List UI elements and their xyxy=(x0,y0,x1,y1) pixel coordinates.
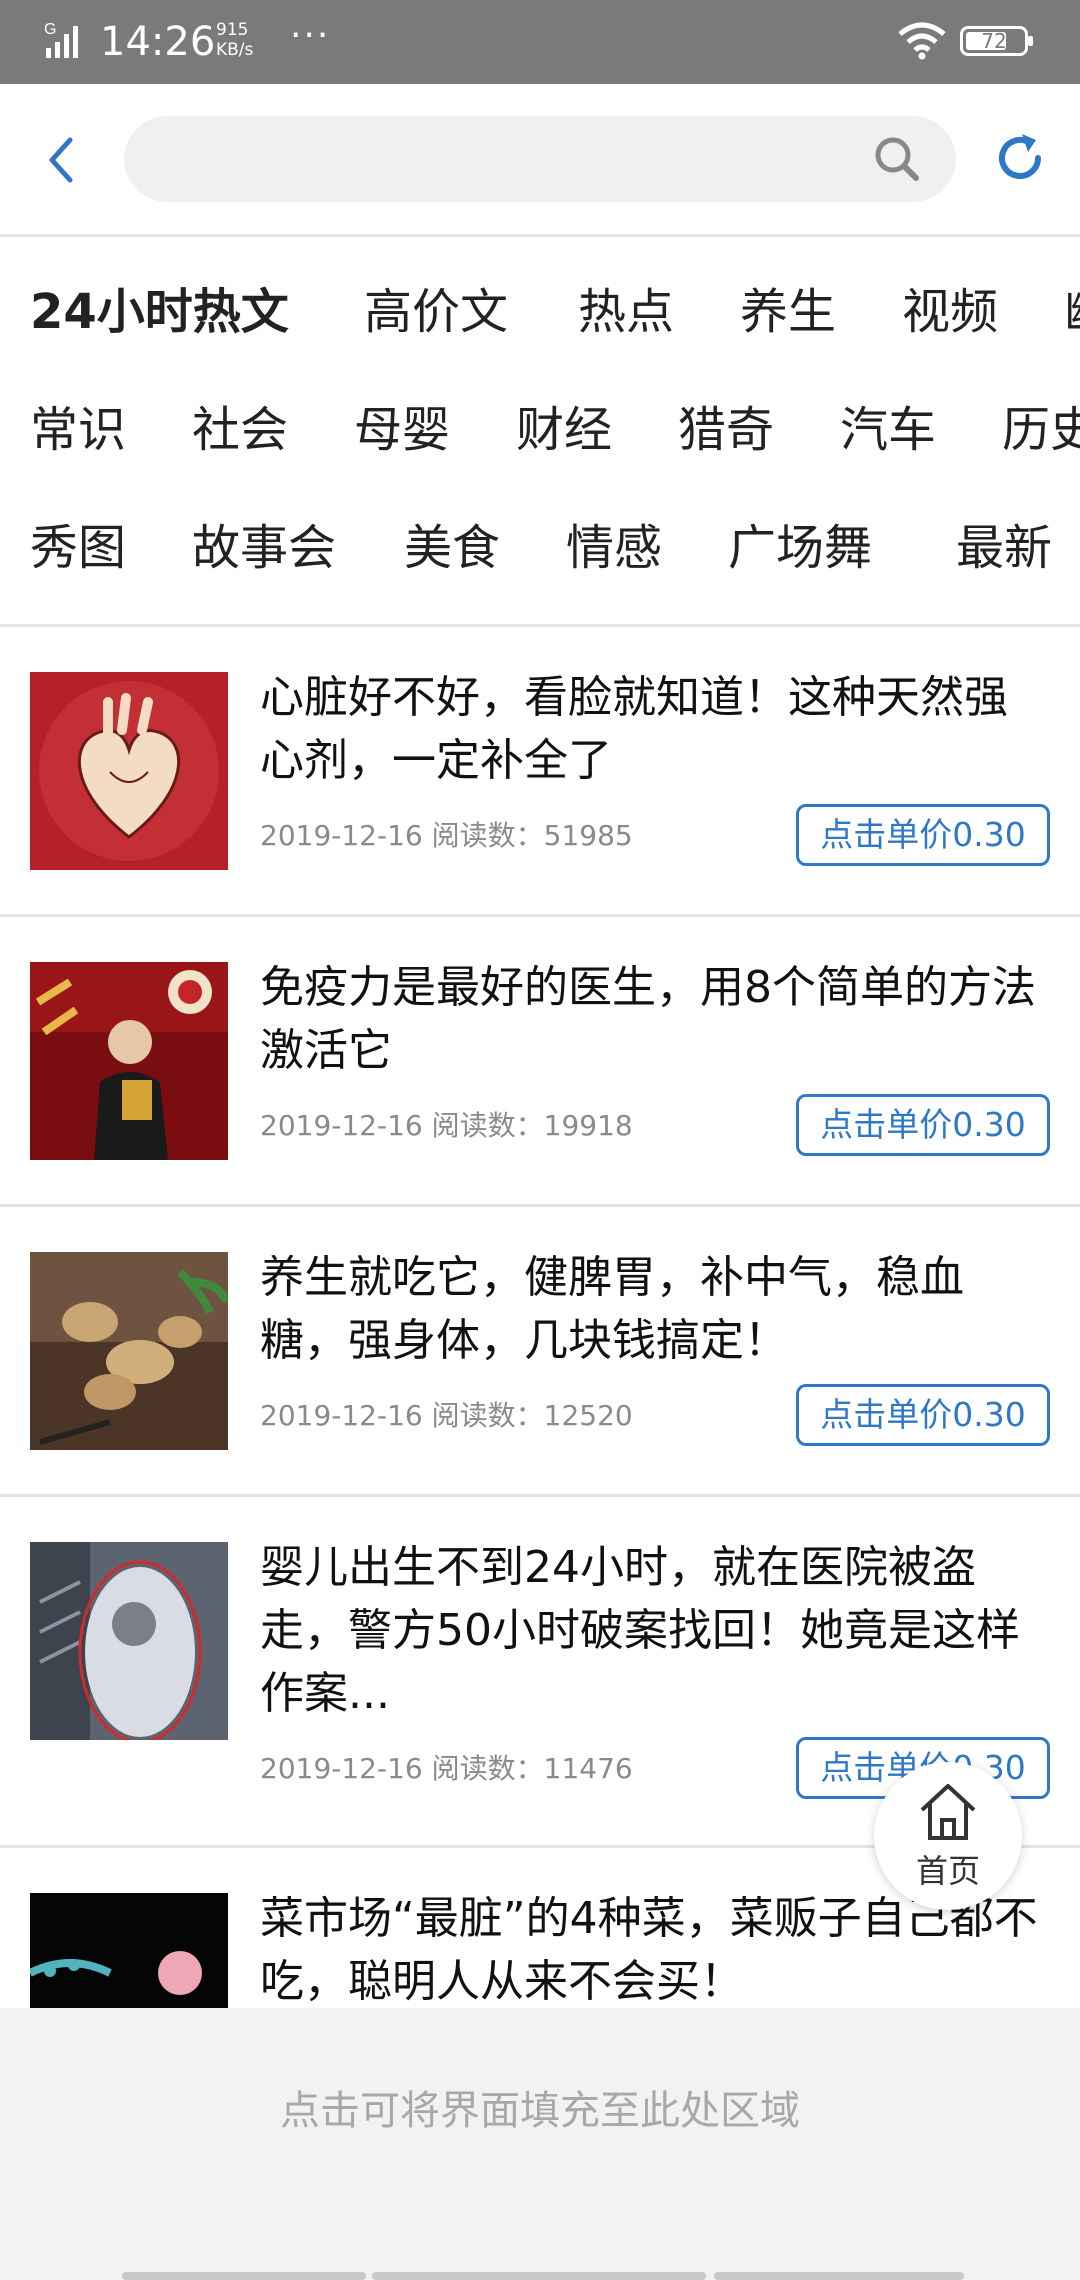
tab-society[interactable]: 社会 xyxy=(192,400,288,460)
tab-health[interactable]: 养生 xyxy=(740,282,836,342)
wifi-icon xyxy=(898,22,946,60)
tab-humor[interactable]: 幽 xyxy=(1064,282,1080,342)
home-icon xyxy=(920,1784,976,1840)
back-button[interactable] xyxy=(36,124,88,196)
tab-video[interactable]: 视频 xyxy=(902,282,998,342)
tab-mother-baby[interactable]: 母婴 xyxy=(354,400,450,460)
battery-level: 72 xyxy=(981,29,1007,53)
clock: 14:26 xyxy=(100,19,216,65)
signal-icon: G xyxy=(44,21,78,58)
refresh-icon[interactable] xyxy=(992,128,1048,188)
flowers-photo xyxy=(30,1893,228,2008)
battery-icon: 72 xyxy=(960,26,1033,56)
tab-history[interactable]: 历史 xyxy=(1002,400,1080,460)
search-header xyxy=(0,84,1080,237)
fill-area-overlay[interactable]: 点击可将界面填充至此处区域 xyxy=(0,2008,1080,2280)
tab-24h-hot[interactable]: 24小时热文 xyxy=(30,282,289,342)
article-item[interactable]: 养生就吃它，健脾胃，补中气，稳血糖，强身体，几块钱搞定！ 2019-12-16 … xyxy=(0,1207,1080,1497)
search-box[interactable] xyxy=(124,116,956,204)
home-float-button[interactable]: 首页 xyxy=(874,1762,1022,1910)
tab-square-dance[interactable]: 广场舞 xyxy=(728,518,872,578)
tab-hotspot[interactable]: 热点 xyxy=(578,282,674,342)
article-title[interactable]: 免疫力是最好的医生，用8个简单的方法激活它 xyxy=(260,956,1050,1082)
article-title[interactable]: 养生就吃它，健脾胃，补中气，稳血糖，强身体，几块钱搞定！ xyxy=(260,1246,1050,1372)
article-thumbnail xyxy=(30,672,228,870)
article-date: 2019-12-16 xyxy=(260,1109,423,1142)
tab-high-price[interactable]: 高价文 xyxy=(364,282,508,342)
ginger-photo xyxy=(30,1252,228,1450)
price-button[interactable]: 点击单价0.30 xyxy=(796,804,1050,866)
overlay-bar xyxy=(372,2272,706,2280)
fill-area-hint: 点击可将界面填充至此处区域 xyxy=(280,2088,800,2134)
article-title[interactable]: 心脏好不好，看脸就知道！这种天然强心剂，一定补全了 xyxy=(260,666,1050,792)
speed-value: 915 xyxy=(216,20,249,40)
category-tabs: 24小时热文 高价文 热点 养生 视频 幽 常识 社会 母婴 财经 猎奇 汽车 … xyxy=(0,237,1080,627)
article-reads-label: 阅读数： xyxy=(431,1752,544,1785)
search-input[interactable] xyxy=(154,116,858,204)
article-reads: 12520 xyxy=(543,1399,633,1432)
article-reads-label: 阅读数： xyxy=(431,819,544,852)
price-button[interactable]: 点击单价0.30 xyxy=(796,1384,1050,1446)
more-notifications-icon: ··· xyxy=(290,15,331,56)
article-date: 2019-12-16 xyxy=(260,819,423,852)
tab-finance[interactable]: 财经 xyxy=(516,400,612,460)
overlay-bar xyxy=(122,2272,366,2280)
article-reads: 51985 xyxy=(543,819,633,852)
article-date: 2019-12-16 xyxy=(260,1399,423,1432)
heart-illustration xyxy=(30,672,228,870)
svg-text:G: G xyxy=(44,21,56,38)
article-thumbnail xyxy=(30,1542,228,1740)
speed-unit: KB/s xyxy=(216,40,254,60)
tab-stories[interactable]: 故事会 xyxy=(192,518,336,578)
article-meta: 2019-12-16 阅读数：19918 xyxy=(260,1108,633,1144)
article-thumbnail xyxy=(30,962,228,1160)
price-button[interactable]: 点击单价0.30 xyxy=(796,1094,1050,1156)
article-item[interactable]: 免疫力是最好的医生，用8个简单的方法激活它 2019-12-16 阅读数：199… xyxy=(0,917,1080,1207)
battery-cap xyxy=(1028,36,1033,46)
cctv-photo xyxy=(30,1542,228,1740)
article-reads-label: 阅读数： xyxy=(431,1399,544,1432)
status-bar: G 14:26 915 KB/s ··· 72 xyxy=(0,0,1080,84)
award-photo xyxy=(30,962,228,1160)
tab-food[interactable]: 美食 xyxy=(404,518,500,578)
search-icon[interactable] xyxy=(872,134,922,184)
article-reads-label: 阅读数： xyxy=(431,1109,544,1142)
article-item[interactable]: 心脏好不好，看脸就知道！这种天然强心剂，一定补全了 2019-12-16 阅读数… xyxy=(0,627,1080,917)
overlay-bar xyxy=(714,2272,964,2280)
article-meta: 2019-12-16 阅读数：12520 xyxy=(260,1398,633,1434)
home-label: 首页 xyxy=(915,1852,980,1890)
network-speed: 915 KB/s xyxy=(216,20,276,60)
article-thumbnail xyxy=(30,1893,228,2008)
article-meta: 2019-12-16 阅读数：11476 xyxy=(260,1751,633,1787)
tab-common-sense[interactable]: 常识 xyxy=(30,400,126,460)
tab-emotion[interactable]: 情感 xyxy=(566,518,662,578)
tab-oddities[interactable]: 猎奇 xyxy=(678,400,774,460)
article-meta: 2019-12-16 阅读数：51985 xyxy=(260,818,633,854)
tab-latest[interactable]: 最新 xyxy=(956,518,1052,578)
tab-auto[interactable]: 汽车 xyxy=(840,400,936,460)
article-reads: 11476 xyxy=(543,1752,633,1785)
tab-photos[interactable]: 秀图 xyxy=(30,518,126,578)
article-reads: 19918 xyxy=(543,1109,633,1142)
article-title[interactable]: 婴儿出生不到24小时，就在医院被盗走，警方50小时破案找回！她竟是这样作案... xyxy=(260,1536,1050,1725)
article-date: 2019-12-16 xyxy=(260,1752,423,1785)
article-thumbnail xyxy=(30,1252,228,1450)
overlay-bottom-bars xyxy=(122,2272,1022,2280)
